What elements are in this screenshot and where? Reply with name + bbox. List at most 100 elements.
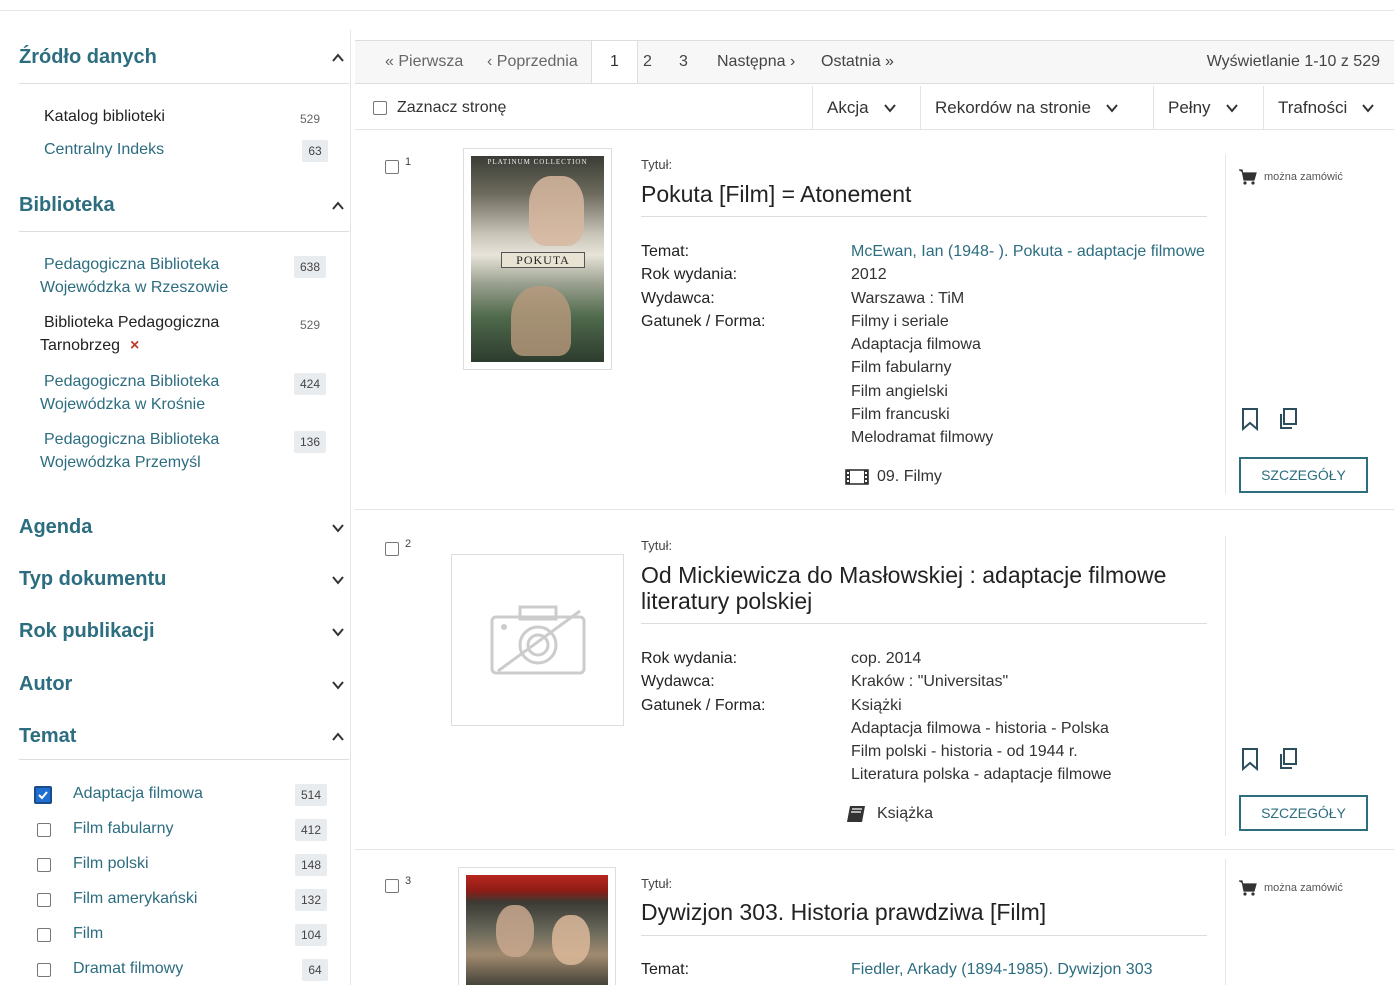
chevron-down-icon[interactable]	[327, 674, 349, 696]
cover-face-shape	[511, 286, 571, 356]
facet-author-header[interactable]: Autor	[19, 673, 349, 696]
select-page-control[interactable]: Zaznacz stronę	[373, 86, 506, 130]
chevron-up-icon[interactable]	[327, 47, 349, 69]
facet-item-library[interactable]: Pedagogiczna Biblioteka Wojewódzka Przem…	[40, 428, 219, 474]
facet-library-title: Biblioteka	[19, 194, 115, 216]
chevron-up-icon[interactable]	[327, 726, 349, 748]
pager-page[interactable]: 3	[679, 41, 688, 83]
cover-face-shape	[552, 915, 590, 965]
facet-item-library-selected[interactable]: Biblioteka Pedagogiczna Tarnobrzeg ×	[40, 311, 219, 357]
facet-item-line: Biblioteka Pedagogiczna	[44, 314, 220, 331]
subject-checkbox[interactable]	[37, 823, 51, 837]
field-key	[641, 763, 851, 786]
pager-next[interactable]: Następna ›	[717, 41, 795, 83]
facet-count: 424	[294, 373, 326, 395]
record-checkbox[interactable]	[385, 542, 399, 556]
details-button[interactable]: SZCZEGÓŁY	[1239, 795, 1368, 831]
facet-year-header[interactable]: Rok publikacji	[19, 620, 349, 643]
cover-face-shape	[529, 176, 584, 246]
record-index: 1	[405, 156, 412, 168]
field-row: Wydawca: Warszawa : TiM	[641, 287, 1211, 310]
subject-item[interactable]: Film amerykański	[73, 887, 197, 910]
record-actions: SZCZEGÓŁY	[1225, 536, 1394, 836]
cart-icon	[1239, 169, 1257, 185]
facet-library-header[interactable]: Biblioteka	[19, 194, 349, 217]
record-index: 3	[405, 875, 412, 887]
subject-item[interactable]: Film polski	[73, 852, 149, 875]
facet-source-header[interactable]: Źródło danych	[19, 46, 349, 69]
facet-item-library[interactable]: Pedagogiczna Biblioteka Wojewódzka w Rze…	[40, 253, 228, 299]
results-toolbar: Zaznacz stronę Akcja Rekordów na stronie…	[355, 86, 1394, 130]
cover-image[interactable]: PLATINUM COLLECTION POKUTA	[463, 148, 612, 370]
order-availability[interactable]: można zamówić	[1238, 879, 1343, 897]
divider	[641, 623, 1207, 624]
field-value: Film angielski	[851, 382, 948, 400]
field-value[interactable]: Fiedler, Arkady (1894-1985). Dywizjon 30…	[851, 958, 1211, 981]
record-title[interactable]: Od Mickiewicza do Masłowskiej : adaptacj…	[641, 562, 1201, 614]
column-divider	[350, 30, 351, 985]
field-value: Adaptacja filmowa - historia - Polska	[851, 719, 1109, 737]
per-page-dropdown[interactable]: Rekordów na stronie	[920, 86, 1153, 130]
view-dropdown[interactable]: Pełny	[1153, 86, 1263, 130]
pager-last[interactable]: Ostatnia »	[821, 41, 894, 83]
subject-checkbox[interactable]	[37, 893, 51, 907]
chevron-down-icon[interactable]	[327, 621, 349, 643]
record-checkbox[interactable]	[385, 879, 399, 893]
subject-checkbox[interactable]	[37, 928, 51, 942]
chevron-down-icon[interactable]	[327, 517, 349, 539]
order-availability[interactable]: można zamówić	[1238, 168, 1343, 186]
subject-item[interactable]: Adaptacja filmowa	[73, 782, 203, 805]
record-title[interactable]: Pokuta [Film] = Atonement	[641, 181, 1201, 207]
field-key: Wydawca:	[641, 673, 715, 691]
facet-count: 148	[295, 854, 327, 876]
chevron-up-icon[interactable]	[327, 195, 349, 217]
remove-filter-icon[interactable]: ×	[130, 337, 139, 354]
action-dropdown[interactable]: Akcja	[812, 86, 920, 130]
subject-item[interactable]: Dramat filmowy	[73, 957, 183, 980]
subject-checkbox[interactable]	[37, 858, 51, 872]
facet-item-library[interactable]: Pedagogiczna Biblioteka Wojewódzka w Kro…	[40, 370, 219, 416]
field-row: Film francuski	[641, 403, 1211, 426]
field-row: Film angielski	[641, 380, 1211, 403]
field-row: Film fabularny	[641, 356, 1211, 379]
subject-checkbox[interactable]	[37, 963, 51, 977]
pager-page-current[interactable]: 1	[591, 41, 638, 83]
bookmark-icon[interactable]	[1238, 406, 1262, 432]
facet-count: 64	[302, 959, 328, 981]
copy-icon[interactable]	[1276, 746, 1300, 772]
cover-placeholder[interactable]	[451, 554, 624, 726]
facet-subject-header[interactable]: Temat	[19, 725, 349, 748]
record-format: Książka	[845, 804, 933, 824]
details-button[interactable]: SZCZEGÓŁY	[1239, 457, 1368, 493]
sort-dropdown[interactable]: Trafności	[1263, 86, 1394, 130]
field-key: Rok wydania:	[641, 266, 738, 284]
field-row: Film polski - historia - od 1944 r.	[641, 740, 1211, 763]
results-info: Wyświetlanie 1-10 z 529	[1206, 53, 1380, 70]
record-checkbox[interactable]	[385, 160, 399, 174]
pager-page[interactable]: 2	[643, 41, 652, 83]
title-label: Tytuł:	[641, 876, 673, 891]
divider	[19, 83, 349, 84]
pager-prev[interactable]: ‹ Poprzednia	[487, 41, 578, 83]
field-value: Książki	[851, 696, 902, 714]
facet-item-katalog[interactable]: Katalog biblioteki	[44, 105, 165, 128]
field-value[interactable]: McEwan, Ian (1948- ). Pokuta - adaptacje…	[851, 240, 1211, 263]
record-title[interactable]: Dywizjon 303. Historia prawdziwa [Film]	[641, 899, 1201, 925]
facet-item-centralny-indeks[interactable]: Centralny Indeks	[44, 138, 164, 161]
facet-doctype-header[interactable]: Typ dokumentu	[19, 568, 349, 591]
chevron-down-icon[interactable]	[327, 569, 349, 591]
subject-checkbox-checked[interactable]	[34, 786, 52, 804]
bookmark-icon[interactable]	[1238, 746, 1262, 772]
field-value: cop. 2014	[851, 650, 922, 667]
subject-item[interactable]: Film fabularny	[73, 817, 173, 840]
facet-item-line: Wojewódzka w Krośnie	[40, 396, 206, 413]
field-value: Film polski - historia - od 1944 r.	[851, 743, 1078, 761]
copy-icon[interactable]	[1276, 406, 1300, 432]
field-value: Literatura polska - adaptacje filmowe	[851, 766, 1112, 784]
cover-image[interactable]	[458, 867, 616, 985]
pager-first[interactable]: « Pierwsza	[385, 41, 463, 83]
subject-item[interactable]: Film	[73, 922, 103, 945]
facet-agenda-header[interactable]: Agenda	[19, 516, 349, 539]
field-value: Adaptacja filmowa	[851, 336, 981, 354]
select-page-checkbox[interactable]	[373, 101, 387, 115]
